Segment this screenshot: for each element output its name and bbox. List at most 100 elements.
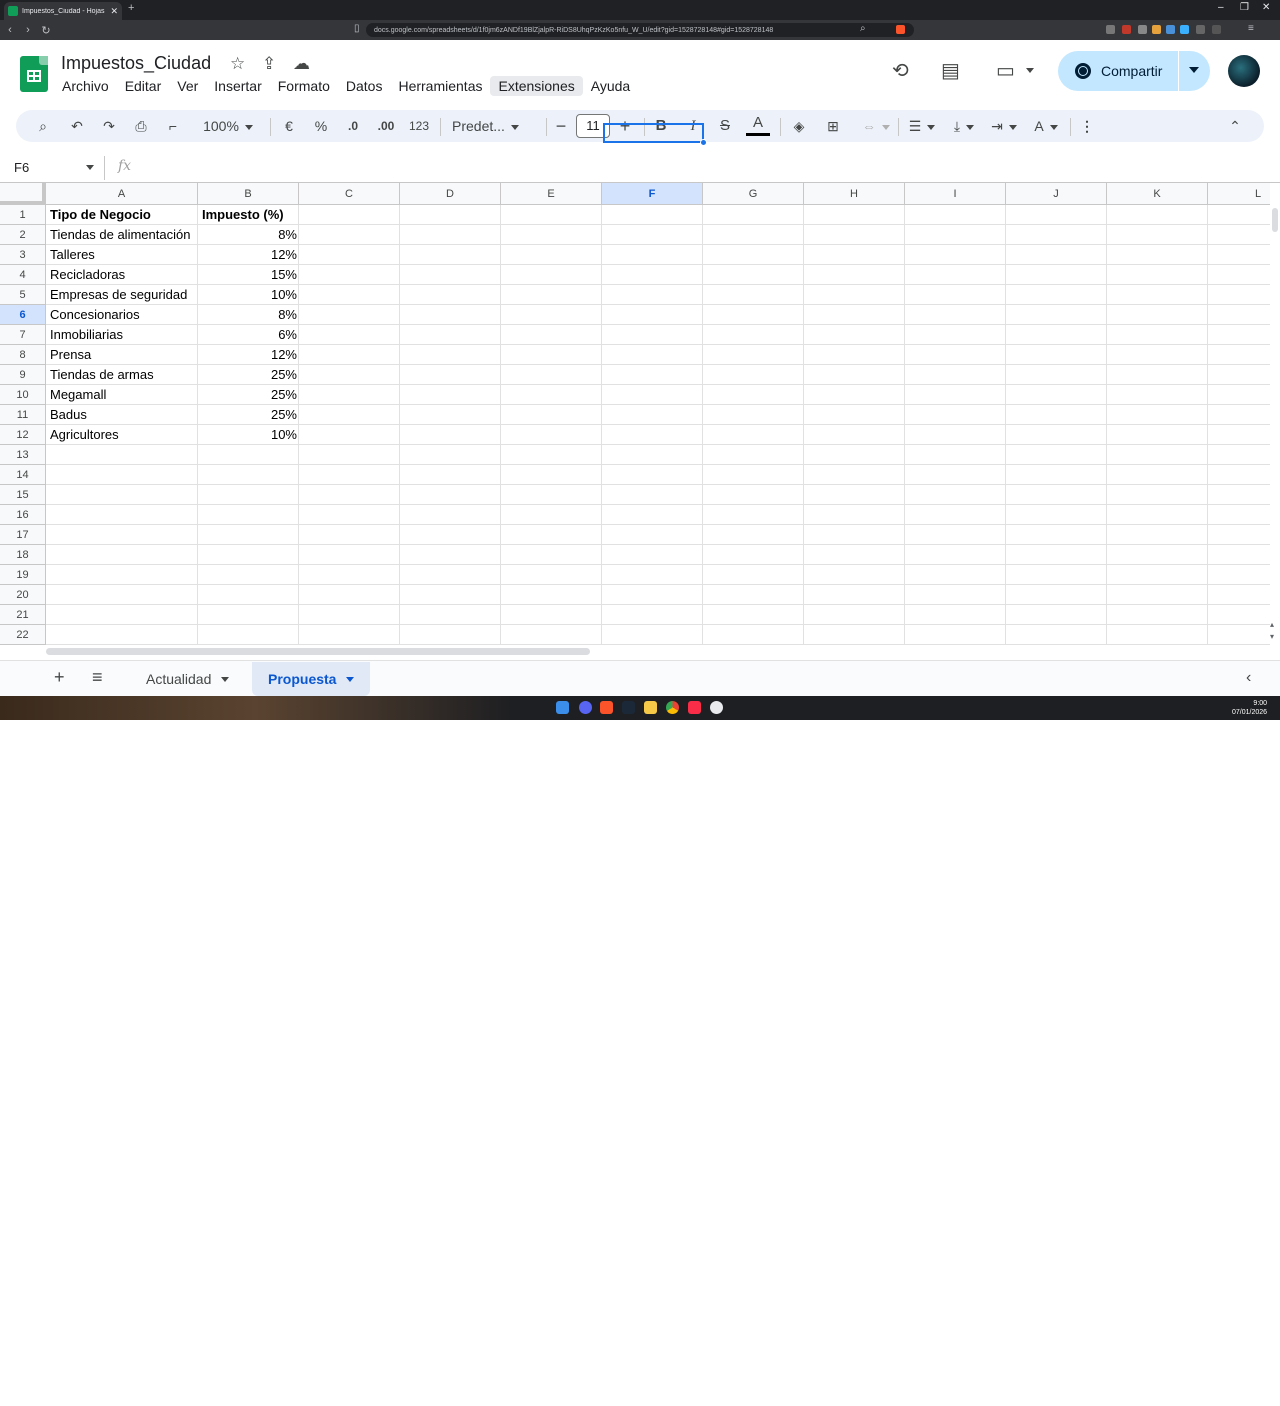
cell-a11[interactable]: Badus <box>47 405 199 425</box>
row-header-6[interactable]: 6 <box>0 305 46 325</box>
zoom-lens-icon[interactable]: ⌕ <box>860 23 866 34</box>
system-clock[interactable]: 9:00 07/01/2026 <box>1232 699 1267 717</box>
cell-b6[interactable]: 8% <box>199 305 300 325</box>
document-title[interactable]: Impuestos_Ciudad <box>61 53 211 74</box>
menu-ayuda[interactable]: Ayuda <box>583 76 638 96</box>
row-header-8[interactable]: 8 <box>0 345 46 365</box>
row-header-1[interactable]: 1 <box>0 205 46 225</box>
row-header-14[interactable]: 14 <box>0 465 46 485</box>
row-header-18[interactable]: 18 <box>0 545 46 565</box>
version-history-icon[interactable]: ⟲ <box>892 58 909 83</box>
row-header-12[interactable]: 12 <box>0 425 46 445</box>
avatar[interactable] <box>1228 55 1260 87</box>
star-icon[interactable]: ☆ <box>230 54 245 74</box>
row-header-7[interactable]: 7 <box>0 325 46 345</box>
sheets-logo-icon[interactable] <box>20 56 48 92</box>
font-select[interactable]: Predet... <box>452 110 538 142</box>
more-formats-button[interactable]: 123 <box>406 110 432 142</box>
zoom-select[interactable]: 100% <box>196 110 260 142</box>
redo-icon[interactable]: ↷ <box>98 110 120 142</box>
undo-icon[interactable]: ↶ <box>66 110 88 142</box>
decrease-font-size-icon[interactable]: − <box>552 110 570 142</box>
cloud-status-icon[interactable]: ☁ <box>293 54 310 74</box>
name-box-dropdown-icon[interactable] <box>86 165 94 170</box>
cell-b3[interactable]: 12% <box>199 245 300 265</box>
address-bar[interactable]: docs.google.com/spreadsheets/d/1f0jm6zAN… <box>366 23 914 37</box>
cell-b5[interactable]: 10% <box>199 285 300 305</box>
menu-herramientas[interactable]: Herramientas <box>390 76 490 96</box>
extension-icon[interactable] <box>1166 25 1175 34</box>
more-options-icon[interactable]: ⋮ <box>1078 110 1096 142</box>
text-rotation-icon[interactable]: A <box>1030 110 1062 142</box>
browser-tab[interactable]: Impuestos_Ciudad - Hojas de cálc ✕ <box>4 2 122 20</box>
meet-dropdown-icon[interactable] <box>1026 68 1034 73</box>
column-header-e[interactable]: E <box>501 183 602 205</box>
selected-cell-f6[interactable] <box>603 123 704 143</box>
cell-a6[interactable]: Concesionarios <box>47 305 199 325</box>
column-header-f[interactable]: F <box>602 183 703 205</box>
close-window-icon[interactable]: ✕ <box>1262 2 1270 13</box>
forward-icon[interactable]: › <box>20 24 36 36</box>
spreadsheet-grid[interactable]: A B C D E F G H I J K L 1 2 3 4 5 6 7 8 9 10 11 12 13 14 15 16 17 18 1… <box>0 183 1270 645</box>
new-tab-icon[interactable]: + <box>128 2 134 14</box>
file-explorer-icon[interactable] <box>644 701 657 714</box>
fill-handle[interactable] <box>700 139 707 146</box>
cell-b11[interactable]: 25% <box>199 405 300 425</box>
select-all-corner[interactable] <box>0 183 46 205</box>
column-header-l[interactable]: L <box>1208 183 1270 205</box>
close-tab-icon[interactable]: ✕ <box>110 6 118 17</box>
share-dropdown-icon[interactable] <box>1189 67 1199 73</box>
cell-a3[interactable]: Talleres <box>47 245 199 265</box>
column-header-i[interactable]: I <box>905 183 1006 205</box>
cell-b7[interactable]: 6% <box>199 325 300 345</box>
row-header-15[interactable]: 15 <box>0 485 46 505</box>
windows-start-icon[interactable] <box>556 701 569 714</box>
horizontal-scrollbar[interactable] <box>46 648 590 655</box>
sidebar-icon[interactable] <box>1212 25 1221 34</box>
column-header-b[interactable]: B <box>198 183 299 205</box>
discord-icon[interactable] <box>579 701 592 714</box>
brave-shield-icon[interactable] <box>896 25 905 34</box>
cell-b1[interactable]: Impuesto (%) <box>199 205 300 225</box>
menu-formato[interactable]: Formato <box>270 76 338 96</box>
text-color-button[interactable]: A <box>746 110 770 136</box>
cell-a5[interactable]: Empresas de seguridad <box>47 285 199 305</box>
meet-icon[interactable]: ▭ <box>996 58 1015 83</box>
row-header-17[interactable]: 17 <box>0 525 46 545</box>
minimize-icon[interactable]: – <box>1218 2 1224 13</box>
sheet-tab-actualidad[interactable]: Actualidad <box>130 662 245 696</box>
menu-archivo[interactable]: Archivo <box>54 76 117 96</box>
extension-icon[interactable] <box>1138 25 1147 34</box>
cell-a10[interactable]: Megamall <box>47 385 199 405</box>
comments-icon[interactable]: ▤ <box>941 58 960 83</box>
row-header-19[interactable]: 19 <box>0 565 46 585</box>
cell-a2[interactable]: Tiendas de alimentación <box>47 225 199 245</box>
decrease-decimals-button[interactable]: .0 <box>340 110 366 142</box>
column-header-a[interactable]: A <box>46 183 198 205</box>
extension-icon[interactable] <box>1152 25 1161 34</box>
row-header-20[interactable]: 20 <box>0 585 46 605</box>
search-menus-icon[interactable]: ⌕ <box>32 110 54 142</box>
borders-icon[interactable]: ⊞ <box>822 110 844 142</box>
merge-cells-icon[interactable]: ⇔ <box>856 110 896 142</box>
percent-format-button[interactable]: % <box>310 110 332 142</box>
network-icon[interactable]: ▭ <box>1222 1397 1230 1406</box>
menu-extensiones[interactable]: Extensiones <box>490 76 583 96</box>
column-header-c[interactable]: C <box>299 183 400 205</box>
row-header-13[interactable]: 13 <box>0 445 46 465</box>
volume-icon[interactable]: ◁ <box>1210 1397 1216 1406</box>
scroll-down-icon[interactable]: ▾ <box>1270 632 1274 641</box>
move-to-drive-icon[interactable]: ⇪ <box>262 54 276 74</box>
menu-ver[interactable]: Ver <box>169 76 206 96</box>
cell-a7[interactable]: Inmobiliarias <box>47 325 199 345</box>
increase-decimals-button[interactable]: .00 <box>372 110 400 142</box>
share-button[interactable]: Compartir <box>1058 51 1210 91</box>
row-header-3[interactable]: 3 <box>0 245 46 265</box>
menu-datos[interactable]: Datos <box>338 76 391 96</box>
cell-a4[interactable]: Recicladoras <box>47 265 199 285</box>
back-icon[interactable]: ‹ <box>2 24 18 36</box>
text-wrapping-icon[interactable]: ⇥ <box>988 110 1020 142</box>
extension-icon[interactable] <box>1180 25 1189 34</box>
menu-icon[interactable]: ≡ <box>1248 23 1254 34</box>
chrome-icon[interactable] <box>666 701 679 714</box>
